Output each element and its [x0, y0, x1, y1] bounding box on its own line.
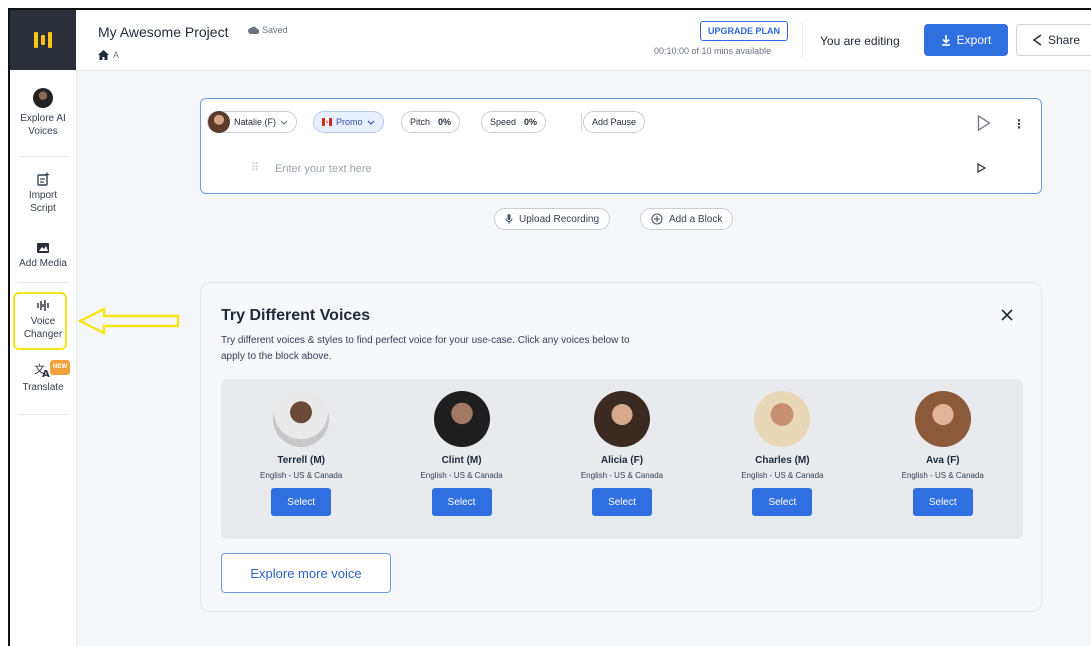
annotation-arrow-icon [78, 306, 180, 336]
voice-avatar [433, 391, 490, 447]
chevron-down-icon [280, 120, 288, 125]
sidebar-item-label: Add Media [19, 258, 67, 269]
voice-name: Clint (M) [441, 455, 482, 466]
upload-recording-button[interactable]: Upload Recording [494, 208, 611, 230]
new-badge: NEW [50, 360, 70, 375]
voice-card[interactable]: Terrell (M) English - US & Canada Select [226, 379, 376, 516]
voice-avatar [208, 111, 230, 133]
export-button[interactable]: Export [924, 24, 1008, 56]
voice-selector[interactable]: Natalie (F) [207, 111, 298, 133]
breadcrumb-label: A [113, 50, 120, 60]
drag-handle-icon[interactable]: ⠿ [251, 161, 259, 174]
explore-more-voice-button[interactable]: Explore more voice [221, 553, 391, 593]
pitch-value: 0% [438, 117, 452, 127]
voice-avatar [273, 391, 330, 447]
select-voice-button[interactable]: Select [431, 488, 492, 516]
speed-value: 0% [524, 117, 538, 127]
voice-name: Charles (M) [755, 455, 810, 466]
sidebar-item-translate[interactable]: NEW 文 A Translate [10, 360, 76, 394]
add-block-button[interactable]: Add a Block [640, 208, 734, 230]
text-block: Natalie (F) Promo Pitch 0% Speed 0% Add … [200, 98, 1042, 194]
voice-name: Ava (F) [925, 455, 960, 466]
block-text-input[interactable] [273, 159, 837, 179]
select-voice-button[interactable]: Select [271, 488, 332, 516]
sidebar-item-voice-changer[interactable]: Voice Changer [10, 298, 76, 341]
share-button[interactable]: Share [1016, 24, 1091, 56]
more-options-icon[interactable]: ⋮ [1013, 117, 1025, 131]
logo-icon [34, 32, 52, 48]
voice-language: English - US & Canada [420, 471, 503, 480]
import-script-icon [37, 172, 49, 186]
voice-avatar-icon [33, 88, 53, 108]
saved-label: Saved [262, 25, 288, 35]
style-label: Promo [336, 117, 363, 127]
sidebar-item-import-script[interactable]: Import Script [10, 172, 76, 215]
play-line-icon[interactable] [977, 163, 986, 173]
canada-flag-icon [322, 118, 332, 126]
add-pause-button[interactable]: Add Pause [583, 111, 646, 133]
voice-avatar [593, 391, 650, 447]
download-icon [941, 34, 950, 46]
share-icon [1032, 34, 1042, 46]
sidebar-item-explore-ai-voices[interactable]: Explore AI Voices [10, 88, 76, 138]
voice-grid: Terrell (M) English - US & Canada Select… [221, 379, 1023, 539]
voice-avatar [914, 391, 971, 447]
select-voice-button[interactable]: Select [912, 488, 973, 516]
breadcrumb[interactable]: A [98, 50, 119, 60]
voice-card[interactable]: Charles (M) English - US & Canada Select [707, 379, 857, 516]
panel-description: Try different voices & styles to find pe… [221, 335, 630, 362]
chevron-down-icon [367, 120, 374, 125]
sidebar-item-label: Import Script [28, 190, 58, 214]
voice-card[interactable]: Ava (F) English - US & Canada Select [868, 379, 1018, 516]
speed-control[interactable]: Speed 0% [481, 111, 547, 133]
app-window: Explore AI Voices Import Script Add Medi… [8, 8, 1091, 646]
export-label: Export [956, 33, 992, 47]
home-icon [98, 50, 109, 60]
sidebar: Explore AI Voices Import Script Add Medi… [10, 10, 77, 646]
pitch-control[interactable]: Pitch 0% [401, 111, 461, 133]
media-icon [37, 243, 49, 253]
panel-title: Try Different Voices [221, 307, 371, 324]
sidebar-item-add-media[interactable]: Add Media [10, 242, 76, 270]
add-block-label: Add a Block [669, 213, 723, 225]
voice-language: English - US & Canada [580, 471, 664, 480]
pitch-label: Pitch [410, 117, 431, 127]
voice-name: Terrell (M) [277, 455, 325, 466]
sidebar-item-label: Explore AI Voices [20, 113, 66, 137]
voice-card[interactable]: Alicia (F) English - US & Canada Select [547, 379, 697, 516]
project-title[interactable]: My Awesome Project [98, 24, 228, 40]
app-logo[interactable] [10, 10, 76, 70]
voice-language: English - US & Canada [260, 471, 343, 480]
upload-label: Upload Recording [519, 213, 600, 225]
voice-changer-icon [37, 300, 49, 311]
voice-name: Alicia (F) [600, 455, 644, 466]
svg-text:A: A [42, 369, 50, 378]
style-selector[interactable]: Promo [313, 111, 384, 133]
close-icon[interactable] [1001, 309, 1013, 321]
voice-avatar [754, 391, 811, 447]
saved-status: Saved [248, 25, 288, 35]
availability-text: 00:10:00 of 10 mins available [654, 46, 772, 56]
top-header: My Awesome Project Saved A UPGRADE PLAN … [76, 10, 1091, 71]
share-label: Share [1047, 33, 1081, 47]
sidebar-item-label: Translate [22, 382, 64, 393]
sidebar-item-label: Voice Changer [23, 316, 63, 340]
try-different-voices-panel: Try Different Voices Try different voice… [200, 282, 1042, 612]
voice-card[interactable]: Clint (M) English - US & Canada Select [387, 379, 537, 516]
cloud-icon [248, 26, 259, 34]
voice-language: English - US & Canada [901, 471, 984, 480]
microphone-icon [505, 213, 513, 224]
voice-name: Natalie (F) [234, 117, 277, 127]
select-voice-button[interactable]: Select [591, 488, 652, 516]
plus-circle-icon [651, 213, 663, 225]
upgrade-plan-button[interactable]: UPGRADE PLAN [700, 21, 788, 41]
select-voice-button[interactable]: Select [752, 488, 813, 516]
voice-language: English - US & Canada [741, 471, 824, 480]
speed-label: Speed [490, 117, 517, 127]
play-icon[interactable] [977, 115, 991, 131]
editing-status: You are editing [820, 34, 900, 48]
